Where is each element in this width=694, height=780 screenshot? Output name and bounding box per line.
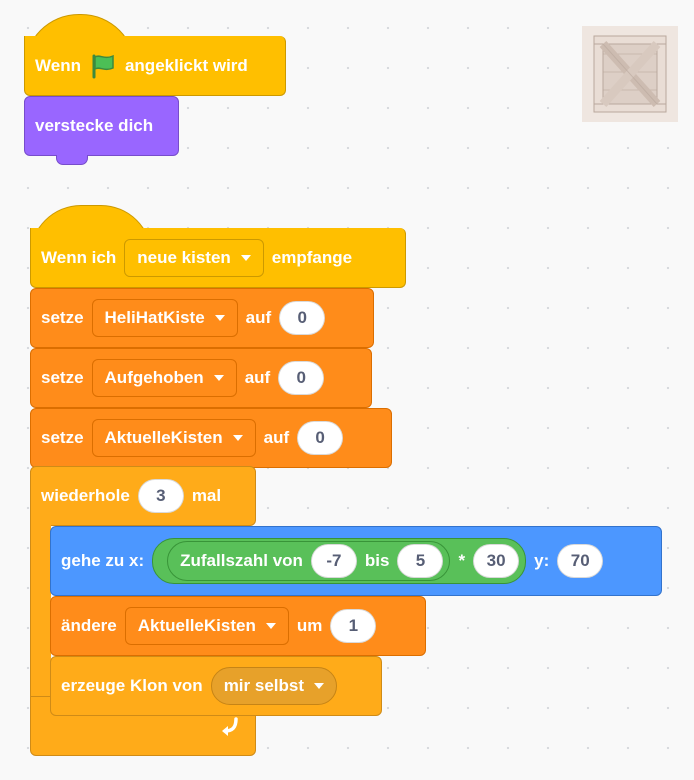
goto-y-label: y:: [534, 551, 550, 570]
green-flag-icon[interactable]: [89, 53, 117, 79]
message-dropdown[interactable]: neue kisten: [124, 238, 264, 277]
when-i-receive-block[interactable]: Wenn ich neue kisten empfange: [30, 228, 406, 288]
set-label: setze: [41, 428, 84, 447]
multiplier-input[interactable]: 30: [473, 544, 520, 578]
loop-arrow-icon: [222, 717, 238, 736]
chevron-down-icon: [214, 315, 225, 321]
random-operator[interactable]: Zufallszahl von -7 bis 5: [167, 541, 451, 581]
hide-block[interactable]: verstecke dich: [24, 96, 179, 156]
set-variable-block[interactable]: setze AktuelleKisten auf 0: [30, 408, 392, 468]
set-to-label: auf: [263, 428, 290, 447]
when-flag-suffix: angeklickt wird: [124, 55, 248, 75]
sprite-thumbnail[interactable]: [582, 26, 678, 122]
wooden-crate-icon: [582, 26, 678, 122]
set-to-label: auf: [245, 308, 272, 327]
set-variable-block[interactable]: setze HeliHatKiste auf 0: [30, 288, 374, 348]
set-value-input[interactable]: 0: [278, 361, 325, 395]
chevron-down-icon: [265, 623, 276, 629]
chevron-down-icon: [232, 435, 243, 441]
variable-dropdown[interactable]: Aufgehoben: [91, 359, 237, 397]
repeat-suffix: mal: [191, 486, 222, 505]
variable-name: HeliHatKiste: [104, 308, 205, 327]
when-receive-suffix: empfange: [271, 247, 353, 267]
repeat-arm: [30, 524, 51, 700]
variable-name: Aufgehoben: [104, 368, 204, 387]
chevron-down-icon: [213, 375, 224, 381]
clone-target: mir selbst: [223, 676, 304, 695]
set-value-input[interactable]: 0: [279, 301, 326, 335]
change-label: ändere: [61, 616, 117, 635]
repeat-header[interactable]: wiederhole 3 mal: [30, 466, 256, 526]
set-label: setze: [41, 308, 84, 327]
goto-label: gehe zu x:: [61, 551, 145, 570]
set-to-label: auf: [244, 368, 271, 387]
variable-name: AktuelleKisten: [137, 616, 256, 635]
random-to-label: bis: [364, 551, 390, 570]
set-label: setze: [41, 368, 84, 387]
hide-label: verstecke dich: [35, 116, 154, 135]
random-to-input[interactable]: 5: [397, 544, 444, 578]
change-by-label: um: [296, 616, 323, 635]
when-flag-clicked-block[interactable]: Wenn angeklickt wird: [24, 36, 286, 96]
variable-dropdown[interactable]: AktuelleKisten: [91, 419, 256, 457]
when-receive-prefix: Wenn ich: [41, 247, 117, 267]
chevron-down-icon: [240, 254, 251, 261]
y-input[interactable]: 70: [557, 544, 604, 578]
variable-name: AktuelleKisten: [104, 428, 223, 447]
multiply-operator[interactable]: Zufallszahl von -7 bis 5 * 30: [152, 538, 527, 584]
change-variable-block[interactable]: ändere AktuelleKisten um 1: [50, 596, 426, 656]
change-value-input[interactable]: 1: [330, 609, 377, 643]
variable-dropdown[interactable]: AktuelleKisten: [124, 607, 289, 645]
repeat-count-input[interactable]: 3: [137, 479, 184, 513]
clone-target-dropdown[interactable]: mir selbst: [210, 667, 337, 705]
chevron-down-icon: [314, 683, 324, 689]
set-value-input[interactable]: 0: [297, 421, 344, 455]
repeat-label: wiederhole: [41, 486, 130, 505]
go-to-xy-block[interactable]: gehe zu x: Zufallszahl von -7 bis 5 * 30…: [50, 526, 662, 596]
multiply-symbol: *: [458, 551, 466, 570]
set-variable-block[interactable]: setze Aufgehoben auf 0: [30, 348, 372, 408]
hide-block-notch: [56, 155, 88, 165]
random-from-input[interactable]: -7: [310, 544, 357, 578]
random-label: Zufallszahl von: [180, 551, 303, 570]
create-clone-block[interactable]: erzeuge Klon von mir selbst: [50, 656, 382, 716]
variable-dropdown[interactable]: HeliHatKiste: [91, 299, 238, 337]
message-name: neue kisten: [137, 247, 231, 267]
when-flag-prefix: Wenn: [35, 55, 81, 75]
clone-label: erzeuge Klon von: [61, 676, 203, 695]
